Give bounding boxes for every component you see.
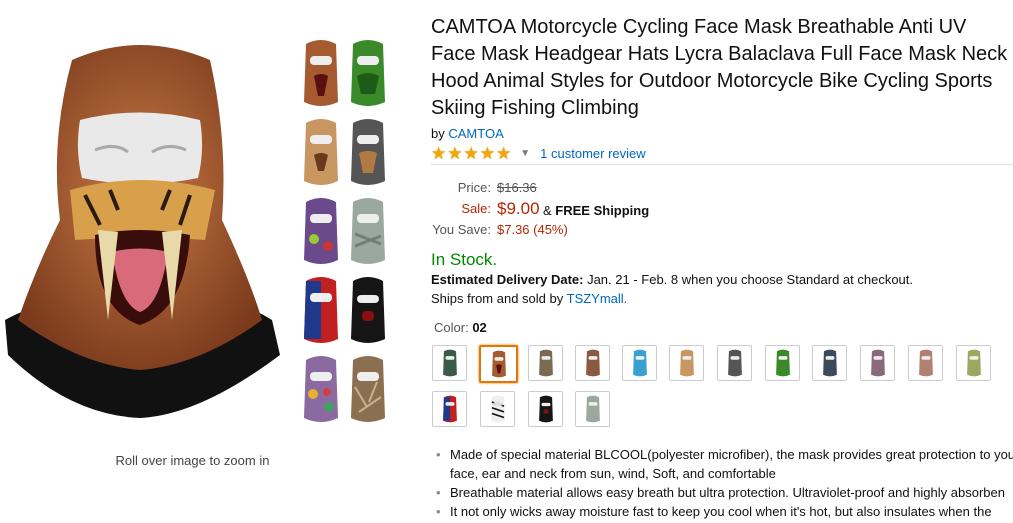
zoom-hint: Roll over image to zoom in — [115, 453, 270, 468]
color-swatch[interactable] — [860, 345, 895, 381]
color-swatch[interactable] — [528, 391, 563, 427]
byline-prefix: by — [431, 126, 445, 141]
shipping-prefix: & — [543, 203, 552, 218]
color-swatch[interactable] — [432, 391, 467, 427]
color-swatch[interactable] — [669, 345, 704, 381]
feature-bullets: Made of special material BLCOOL(polyeste… — [436, 445, 1013, 521]
thumbnail-image[interactable] — [347, 352, 389, 426]
you-save-value: $7.36 (45%) — [497, 222, 568, 237]
customer-review-link[interactable]: 1 customer review — [540, 146, 645, 161]
price-label: Price: — [457, 180, 491, 195]
star-icon: ★ — [431, 143, 447, 163]
star-icon: ★ — [496, 143, 512, 163]
thumbnail-image[interactable] — [300, 273, 342, 347]
star-icon: ★ — [447, 143, 463, 163]
feature-bullet: Breathable material allows easy breath b… — [436, 483, 1013, 502]
ships-from-text: Ships from and sold by — [431, 291, 564, 306]
color-swatch[interactable] — [765, 345, 800, 381]
thumbnail-image[interactable] — [300, 194, 342, 268]
color-label-text: Color: — [434, 320, 469, 335]
brand-link[interactable]: CAMTOA — [448, 126, 503, 141]
color-swatch[interactable] — [432, 345, 467, 381]
selected-color: 02 — [472, 320, 487, 335]
color-swatch[interactable] — [528, 345, 563, 381]
thumbnail-gallery — [300, 36, 395, 428]
thumbnail-image[interactable] — [300, 352, 342, 426]
product-title: CAMTOA Motorcycle Cycling Face Mask Brea… — [431, 16, 1008, 119]
feature-bullet: Made of special material BLCOOL(polyeste… — [436, 445, 1013, 483]
color-swatch[interactable] — [622, 345, 657, 381]
thumbnail-image[interactable] — [347, 36, 389, 110]
sale-label: Sale: — [461, 201, 491, 216]
delivery-text: Jan. 21 - Feb. 8 when you choose Standar… — [587, 272, 914, 287]
sale-price: $9.00 — [497, 199, 540, 218]
thumbnail-image[interactable] — [347, 115, 389, 189]
main-product-image[interactable] — [0, 20, 285, 430]
star-rating[interactable]: ★★★★★ — [431, 145, 512, 162]
you-save-label: You Save: — [432, 222, 491, 237]
color-swatch[interactable] — [956, 345, 991, 381]
shipping-info: & FREE Shipping — [543, 203, 649, 218]
color-swatch[interactable] — [717, 345, 752, 381]
color-swatch[interactable] — [575, 391, 610, 427]
thumbnail-image[interactable] — [347, 273, 389, 347]
free-shipping: FREE Shipping — [555, 203, 650, 218]
thumbnail-image[interactable] — [300, 36, 342, 110]
ships-from: Ships from and sold by TSZYmall. — [431, 291, 627, 306]
seller-link[interactable]: TSZYmall. — [567, 291, 628, 306]
thumbnail-image[interactable] — [300, 115, 342, 189]
color-swatch-selected[interactable] — [479, 345, 518, 383]
color-label: Color: 02 — [434, 320, 487, 335]
rating-row: ★★★★★ ▼ 1 customer review — [431, 144, 646, 162]
color-swatch[interactable] — [480, 391, 515, 427]
delivery-label: Estimated Delivery Date: — [431, 272, 584, 287]
stock-status: In Stock. — [431, 250, 498, 269]
list-price: $16.36 — [497, 180, 537, 195]
color-swatch[interactable] — [812, 345, 847, 381]
byline: by CAMTOA — [431, 126, 504, 141]
color-swatch[interactable] — [908, 345, 943, 381]
delivery-estimate: Estimated Delivery Date: Jan. 21 - Feb. … — [431, 272, 913, 287]
feature-bullet: It not only wicks away moisture fast to … — [436, 502, 1013, 521]
color-swatch[interactable] — [575, 345, 610, 381]
chevron-down-icon[interactable]: ▼ — [520, 148, 530, 159]
thumbnail-image[interactable] — [347, 194, 389, 268]
divider — [431, 164, 1013, 165]
star-icon: ★ — [479, 143, 495, 163]
star-icon: ★ — [463, 143, 479, 163]
